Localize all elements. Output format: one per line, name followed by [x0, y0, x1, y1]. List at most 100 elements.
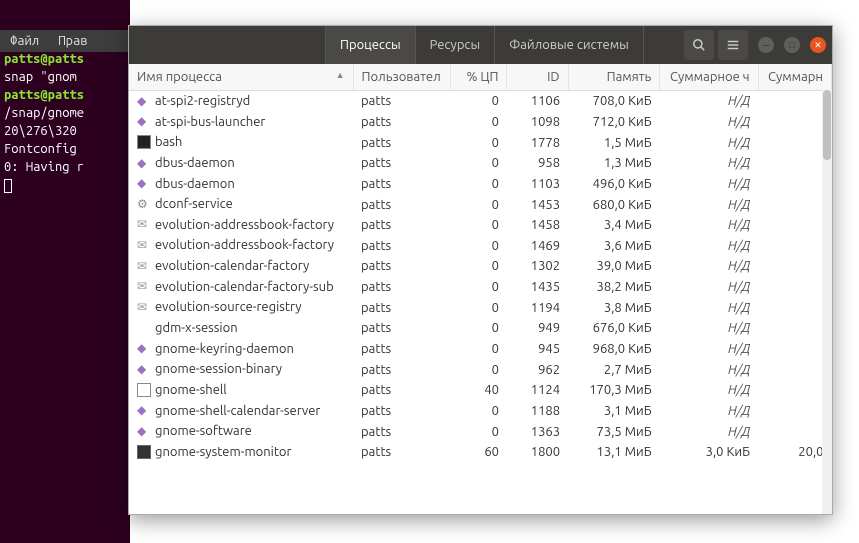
header-cum2[interactable]: Суммарн [758, 64, 831, 91]
table-row[interactable]: ✉evolution-calendar-factorypatts0130239,… [129, 256, 832, 277]
search-button[interactable] [684, 30, 714, 60]
cell-cumtime: Н/Д [660, 235, 758, 256]
tab-resources[interactable]: Ресурсы [415, 26, 494, 64]
cell-cpu: 0 [451, 194, 507, 215]
cell-id: 1363 [507, 421, 568, 442]
cell-user: patts [353, 359, 451, 380]
table-row[interactable]: ◆gnome-session-binarypatts09622,7 МиБН/Д [129, 359, 832, 380]
cell-mem: 1,5 МиБ [568, 132, 660, 153]
cell-mem: 1,3 МиБ [568, 153, 660, 174]
cell-mem: 170,3 МиБ [568, 380, 660, 401]
blank-icon [137, 321, 151, 335]
cell-user: patts [353, 442, 451, 463]
terminal-line: patts@patts [0, 50, 130, 68]
terminal-menubar[interactable]: Файл Прав [0, 30, 130, 52]
cell-cum2 [758, 132, 831, 153]
header-id[interactable]: ID [507, 64, 568, 91]
terminal-line: 20\276\320 [0, 122, 130, 140]
cell-cumtime: Н/Д [660, 132, 758, 153]
vertical-scrollbar[interactable] [822, 90, 832, 514]
cell-cum2 [758, 380, 831, 401]
cell-cumtime: Н/Д [660, 421, 758, 442]
table-row[interactable]: ✉evolution-calendar-factory-subpatts0143… [129, 277, 832, 298]
cell-user: patts [353, 194, 451, 215]
table-row[interactable]: ✉evolution-addressbook-factorypatts01458… [129, 215, 832, 236]
cell-cpu: 0 [451, 359, 507, 380]
cell-mem: 712,0 КиБ [568, 112, 660, 133]
process-table: Имя процесса Пользовател % ЦП ID Память … [129, 64, 832, 463]
header-cumtime[interactable]: Суммарное ч [660, 64, 758, 91]
executable-icon: ◆ [137, 403, 151, 417]
cell-mem: 680,0 КиБ [568, 194, 660, 215]
cell-cpu: 0 [451, 318, 507, 339]
table-row[interactable]: gnome-shellpatts401124170,3 МиБН/Д [129, 380, 832, 401]
cell-id: 1188 [507, 401, 568, 422]
close-button[interactable]: ✕ [810, 37, 826, 53]
cell-mem: 3,1 МиБ [568, 401, 660, 422]
cell-mem: 708,0 КиБ [568, 91, 660, 112]
cell-mem: 73,5 МиБ [568, 421, 660, 442]
mail-icon: ✉ [137, 217, 151, 231]
table-row[interactable]: ◆at-spi-bus-launcherpatts01098712,0 КиБН… [129, 112, 832, 133]
cell-name: ⚙dconf-service [129, 194, 353, 215]
minimize-button[interactable]: ─ [758, 37, 774, 53]
cell-name: ◆at-spi-bus-launcher [129, 112, 353, 133]
window-icon [137, 383, 151, 397]
terminal-line: 0: Having r [0, 158, 130, 176]
cell-user: patts [353, 421, 451, 442]
maximize-button[interactable]: □ [784, 37, 800, 53]
cell-name: ◆gnome-keyring-daemon [129, 339, 353, 360]
table-row[interactable]: ✉evolution-addressbook-factorypatts01469… [129, 235, 832, 256]
header-cpu[interactable]: % ЦП [451, 64, 507, 91]
cell-cum2 [758, 297, 831, 318]
tab-processes[interactable]: Процессы [325, 26, 415, 64]
header-mem[interactable]: Память [568, 64, 660, 91]
terminal-line: Fontconfig [0, 140, 130, 158]
cell-mem: 3,4 МиБ [568, 215, 660, 236]
cell-cpu: 0 [451, 421, 507, 442]
table-row[interactable]: bashpatts017781,5 МиБН/Д [129, 132, 832, 153]
cell-cumtime: Н/Д [660, 318, 758, 339]
cell-cum2 [758, 339, 831, 360]
cell-user: patts [353, 91, 451, 112]
cell-cum2 [758, 256, 831, 277]
terminal-menu-file[interactable]: Файл [10, 34, 39, 48]
tab-bar: Процессы Ресурсы Файловые системы [325, 26, 644, 64]
terminal-menu-edit[interactable]: Прав [58, 34, 87, 48]
cell-name: ✉evolution-calendar-factory [129, 256, 353, 277]
table-row[interactable]: ◆at-spi2-registrydpatts01106708,0 КиБН/Д [129, 91, 832, 112]
cell-id: 1778 [507, 132, 568, 153]
gear-icon: ⚙ [137, 197, 151, 211]
cell-name: ◆gnome-session-binary [129, 359, 353, 380]
cell-id: 1103 [507, 174, 568, 195]
cell-mem: 39,0 МиБ [568, 256, 660, 277]
table-row[interactable]: gnome-system-monitorpatts60180013,1 МиБ3… [129, 442, 832, 463]
executable-icon: ◆ [137, 114, 151, 128]
scrollbar-thumb[interactable] [823, 90, 831, 160]
cell-id: 949 [507, 318, 568, 339]
table-row[interactable]: ◆gnome-softwarepatts0136373,5 МиБН/Д [129, 421, 832, 442]
cell-id: 1435 [507, 277, 568, 298]
cell-id: 962 [507, 359, 568, 380]
table-row[interactable]: ◆gnome-keyring-daemonpatts0945968,0 КиБН… [129, 339, 832, 360]
cell-cpu: 0 [451, 132, 507, 153]
table-row[interactable]: ◆gnome-shell-calendar-serverpatts011883,… [129, 401, 832, 422]
header-user[interactable]: Пользовател [353, 64, 451, 91]
table-row[interactable]: ◆dbus-daemonpatts09581,3 МиБН/Д [129, 153, 832, 174]
header-name[interactable]: Имя процесса [129, 64, 353, 91]
cell-cum2: 20,0 [758, 442, 831, 463]
cell-cpu: 0 [451, 339, 507, 360]
terminal-line: patts@patts [0, 86, 130, 104]
cell-mem: 2,7 МиБ [568, 359, 660, 380]
table-row[interactable]: ⚙dconf-servicepatts01453680,0 КиБН/Д [129, 194, 832, 215]
table-row[interactable]: ✉evolution-source-registrypatts011943,8 … [129, 297, 832, 318]
table-row[interactable]: gdm-x-sessionpatts0949676,0 КиБН/Д [129, 318, 832, 339]
cell-cpu: 0 [451, 277, 507, 298]
cell-user: patts [353, 277, 451, 298]
cell-cpu: 0 [451, 401, 507, 422]
table-row[interactable]: ◆dbus-daemonpatts01103496,0 КиБН/Д [129, 174, 832, 195]
cell-user: patts [353, 380, 451, 401]
menu-button[interactable] [718, 30, 748, 60]
tab-filesystems[interactable]: Файловые системы [494, 26, 644, 64]
cell-name: gdm-x-session [129, 318, 353, 339]
